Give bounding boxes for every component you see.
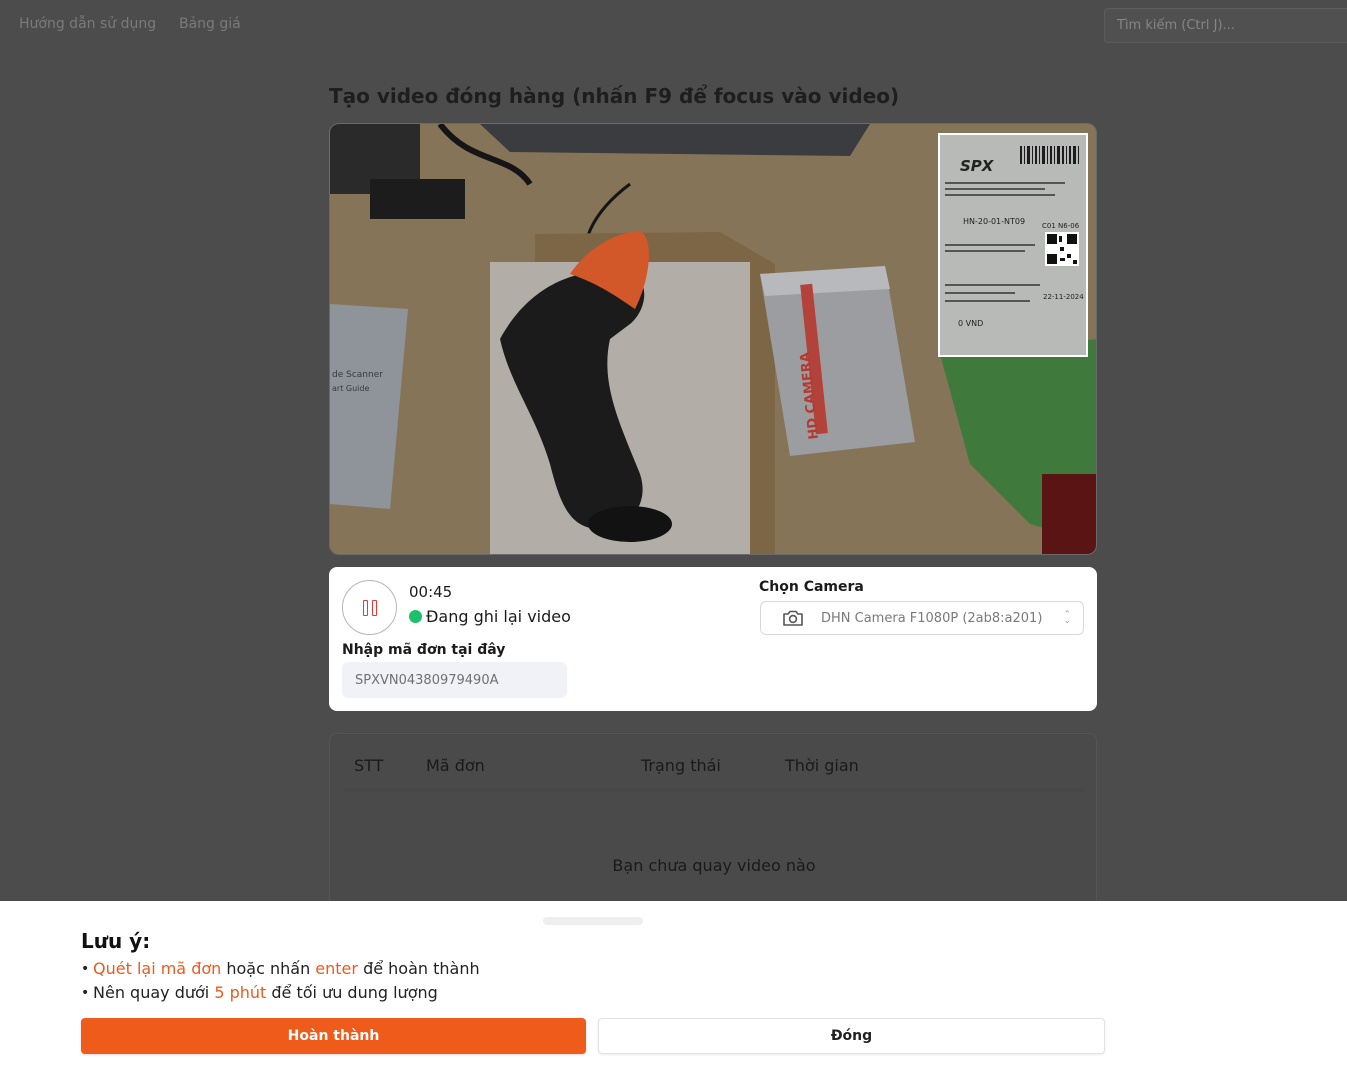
close-button[interactable]: Đóng <box>598 1018 1105 1054</box>
top-navbar: Hướng dẫn sử dụng Bảng giá Tìm kiếm (Ctr… <box>0 0 1347 50</box>
note-text: để tối ưu dung lượng <box>266 983 438 1002</box>
shipping-label-brand: SPX <box>960 157 995 175</box>
nav-link-guide[interactable]: Hướng dẫn sử dụng <box>19 16 156 32</box>
order-code-input[interactable] <box>342 662 567 698</box>
recorded-videos-table: STT Mã đơn Trạng thái Thời gian Bạn chưa… <box>329 733 1097 923</box>
table-header: STT Mã đơn Trạng thái Thời gian <box>344 734 1084 792</box>
camera-icon <box>783 610 803 626</box>
note-highlight-enter: enter <box>315 959 358 978</box>
pause-icon-bar-left <box>362 599 368 616</box>
pause-recording-button[interactable] <box>342 580 397 635</box>
note-text: Nên quay dưới <box>93 983 215 1002</box>
recording-timer: 00:45 <box>409 583 453 601</box>
order-code-label: Nhập mã đơn tại đây <box>342 642 506 658</box>
camera-select-value: DHN Camera F1080P (2ab8:a201) <box>821 610 1043 626</box>
recording-status: Đang ghi lại video <box>409 607 571 626</box>
note-item: Quét lại mã đơn hoặc nhấn enter để hoàn … <box>81 957 480 981</box>
camera-video-preview[interactable]: de Scanner art Guide HD CAMERA SPX HN-20… <box>329 123 1097 555</box>
note-title: Lưu ý: <box>81 929 151 953</box>
recording-status-icon <box>409 610 422 623</box>
shipping-label-price: 0 VND <box>958 319 983 328</box>
scanner-manual-text-1: de Scanner <box>332 370 383 380</box>
pause-icon-bar-right <box>371 599 377 616</box>
note-text: hoặc nhấn <box>221 959 316 978</box>
camera-select[interactable]: DHN Camera F1080P (2ab8:a201) ⌃ ⌄ <box>760 601 1084 635</box>
shipping-label-date: 22-11-2024 <box>1043 293 1084 301</box>
recorder-panel: 00:45 Đang ghi lại video Nhập mã đơn tại… <box>329 567 1097 711</box>
note-text: để hoàn thành <box>357 959 480 978</box>
note-list: Quét lại mã đơn hoặc nhấn enter để hoàn … <box>81 957 480 1005</box>
note-highlight-rescan: Quét lại mã đơn <box>93 959 222 978</box>
sheet-drag-handle[interactable] <box>543 917 643 925</box>
table-empty-message: Bạn chưa quay video nào <box>612 856 816 875</box>
finish-button[interactable]: Hoàn thành <box>81 1018 586 1054</box>
camera-select-label: Chọn Camera <box>759 579 864 595</box>
nav-link-pricing[interactable]: Bảng giá <box>179 16 241 32</box>
shipping-label-route: HN-20-01-NT09 <box>963 217 1025 226</box>
column-header-status: Trạng thái <box>641 756 721 775</box>
shipping-label-code: C01 N6-06 <box>1042 222 1080 230</box>
search-input[interactable]: Tìm kiếm (Ctrl J)... <box>1104 8 1347 43</box>
bottom-sheet: Lưu ý: Quét lại mã đơn hoặc nhấn enter đ… <box>0 901 1347 1067</box>
note-item: Nên quay dưới 5 phút để tối ưu dung lượn… <box>81 981 480 1005</box>
video-frame-image: de Scanner art Guide HD CAMERA SPX HN-20… <box>330 124 1096 554</box>
note-highlight-duration: 5 phút <box>214 983 267 1002</box>
column-header-order: Mã đơn <box>426 756 485 775</box>
scanner-manual-text-2: art Guide <box>332 384 369 393</box>
column-header-time: Thời gian <box>785 756 859 775</box>
chevron-updown-icon: ⌃ ⌄ <box>1063 610 1071 626</box>
recording-status-text: Đang ghi lại video <box>426 607 571 626</box>
column-header-index: STT <box>354 756 384 775</box>
page-title: Tạo video đóng hàng (nhấn F9 để focus và… <box>329 84 900 108</box>
